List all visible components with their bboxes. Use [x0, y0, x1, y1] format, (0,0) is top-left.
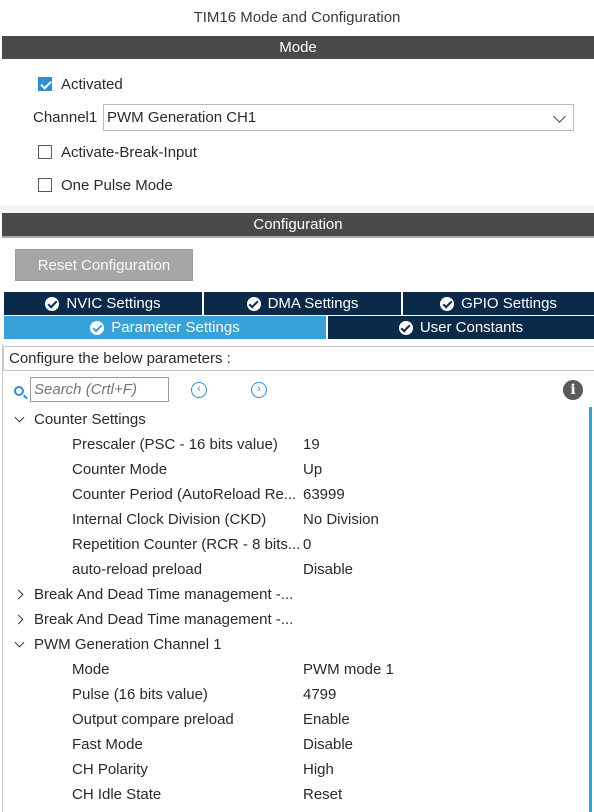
- configuration-section-header: Configuration: [2, 213, 594, 238]
- param-name: Internal Clock Division (CKD): [72, 511, 267, 528]
- tim16-config-window: TIM16 Mode and Configuration Mode Activa…: [0, 0, 594, 812]
- tab-label: User Constants: [419, 319, 524, 336]
- tree-group-pwm-channel-1[interactable]: PWM Generation Channel 1: [3, 632, 594, 657]
- activated-label: Activated: [61, 75, 123, 93]
- section-separator: [0, 205, 594, 213]
- window-title: TIM16 Mode and Configuration: [193, 9, 401, 26]
- param-name: auto-reload preload: [72, 561, 203, 578]
- chevron-right-icon[interactable]: [13, 607, 27, 632]
- param-value[interactable]: No Division: [303, 507, 379, 532]
- param-row-pwm-mode[interactable]: Mode PWM mode 1: [3, 657, 594, 682]
- one-pulse-mode-label: One Pulse Mode: [61, 176, 173, 194]
- tab-label: GPIO Settings: [461, 295, 557, 312]
- parameter-settings-panel: Configure the below parameters : ‹ › i C…: [2, 344, 594, 812]
- param-value[interactable]: Reset: [303, 782, 342, 807]
- tab-parameter-settings[interactable]: Parameter Settings: [4, 316, 326, 339]
- param-name: Repetition Counter (RCR - 8 bits...: [72, 536, 301, 553]
- param-row-pulse[interactable]: Pulse (16 bits value) 4799: [3, 682, 594, 707]
- activate-break-input-row[interactable]: Activate-Break-Input: [38, 142, 197, 162]
- param-value[interactable]: 4799: [303, 682, 336, 707]
- param-value[interactable]: 0: [303, 532, 311, 557]
- param-value[interactable]: Disable: [303, 557, 353, 582]
- param-name: Pulse (16 bits value): [72, 686, 208, 703]
- param-value[interactable]: Disable: [303, 732, 353, 757]
- check-circle-icon: [398, 320, 413, 335]
- param-row-clock-division[interactable]: Internal Clock Division (CKD) No Divisio…: [3, 507, 594, 532]
- channel1-selected-value: PWM Generation CH1: [107, 109, 257, 126]
- next-result-icon[interactable]: ›: [251, 382, 267, 398]
- param-name: CH Idle State: [72, 786, 162, 803]
- one-pulse-mode-row[interactable]: One Pulse Mode: [38, 175, 173, 195]
- tab-nvic-settings[interactable]: NVIC Settings: [4, 292, 202, 315]
- activated-checkbox-row[interactable]: Activated: [38, 74, 123, 94]
- vertical-scrollbar[interactable]: [589, 407, 592, 812]
- check-circle-icon: [246, 296, 261, 311]
- param-row-output-compare-preload[interactable]: Output compare preload Enable: [3, 707, 594, 732]
- chevron-down-icon[interactable]: [13, 632, 27, 657]
- group-label: Counter Settings: [34, 411, 146, 428]
- param-row-repetition-counter[interactable]: Repetition Counter (RCR - 8 bits... 0: [3, 532, 594, 557]
- param-value[interactable]: Enable: [303, 707, 350, 732]
- param-value[interactable]: 63999: [303, 482, 345, 507]
- channel1-select[interactable]: PWM Generation CH1: [103, 104, 574, 131]
- configuration-section-title: Configuration: [253, 216, 343, 233]
- activate-break-input-label: Activate-Break-Input: [61, 143, 197, 161]
- check-circle-icon: [45, 296, 60, 311]
- param-name: CH Polarity: [72, 761, 148, 778]
- param-row-ch-polarity[interactable]: CH Polarity High: [3, 757, 594, 782]
- info-icon[interactable]: i: [563, 380, 583, 400]
- group-label: Break And Dead Time management -...: [34, 611, 294, 628]
- tab-label: DMA Settings: [267, 295, 359, 312]
- group-label: Break And Dead Time management -...: [34, 586, 294, 603]
- param-value[interactable]: High: [303, 757, 334, 782]
- param-name: Output compare preload: [72, 711, 234, 728]
- tab-user-constants[interactable]: User Constants: [328, 316, 594, 339]
- tab-gpio-settings[interactable]: GPIO Settings: [403, 292, 594, 315]
- param-name: Counter Period (AutoReload Re...: [72, 486, 297, 503]
- tree-group-counter-settings[interactable]: Counter Settings: [3, 407, 594, 432]
- channel1-label: Channel1: [33, 109, 98, 126]
- divider: [2, 236, 594, 238]
- mode-section-title: Mode: [279, 39, 317, 56]
- search-input[interactable]: [30, 377, 169, 402]
- mode-section-header: Mode: [2, 36, 594, 61]
- param-row-fast-mode[interactable]: Fast Mode Disable: [3, 732, 594, 757]
- check-circle-icon: [90, 320, 105, 335]
- check-circle-icon: [440, 296, 455, 311]
- chevron-down-icon: [553, 110, 566, 123]
- parameter-tree: Counter Settings Prescaler (PSC - 16 bit…: [3, 407, 594, 807]
- reset-configuration-button[interactable]: Reset Configuration: [15, 249, 193, 281]
- params-instruction: Configure the below parameters :: [3, 346, 594, 371]
- param-row-counter-period[interactable]: Counter Period (AutoReload Re... 63999: [3, 482, 594, 507]
- tab-dma-settings[interactable]: DMA Settings: [204, 292, 401, 315]
- activate-break-input-checkbox[interactable]: [38, 145, 52, 159]
- chevron-down-icon[interactable]: [13, 407, 27, 432]
- param-row-auto-reload-preload[interactable]: auto-reload preload Disable: [3, 557, 594, 582]
- previous-result-icon[interactable]: ‹: [191, 382, 207, 398]
- group-label: PWM Generation Channel 1: [34, 636, 222, 653]
- param-value[interactable]: PWM mode 1: [303, 657, 394, 682]
- param-name: Counter Mode: [72, 461, 168, 478]
- tree-group-break-dead-time-1[interactable]: Break And Dead Time management -...: [3, 582, 594, 607]
- chevron-right-icon[interactable]: [13, 582, 27, 607]
- param-name: Prescaler (PSC - 16 bits value): [72, 436, 278, 453]
- param-value[interactable]: 19: [303, 432, 320, 457]
- tab-label: Parameter Settings: [111, 319, 240, 336]
- tab-label: NVIC Settings: [66, 295, 161, 312]
- param-row-prescaler[interactable]: Prescaler (PSC - 16 bits value) 19: [3, 432, 594, 457]
- param-name: Fast Mode: [72, 736, 143, 753]
- tree-group-break-dead-time-2[interactable]: Break And Dead Time management -...: [3, 607, 594, 632]
- param-row-ch-idle-state[interactable]: CH Idle State Reset: [3, 782, 594, 807]
- param-value[interactable]: Up: [303, 457, 322, 482]
- param-name: Mode: [72, 661, 110, 678]
- search-icon[interactable]: [14, 386, 24, 396]
- param-row-counter-mode[interactable]: Counter Mode Up: [3, 457, 594, 482]
- activated-checkbox[interactable]: [38, 77, 52, 91]
- one-pulse-mode-checkbox[interactable]: [38, 178, 52, 192]
